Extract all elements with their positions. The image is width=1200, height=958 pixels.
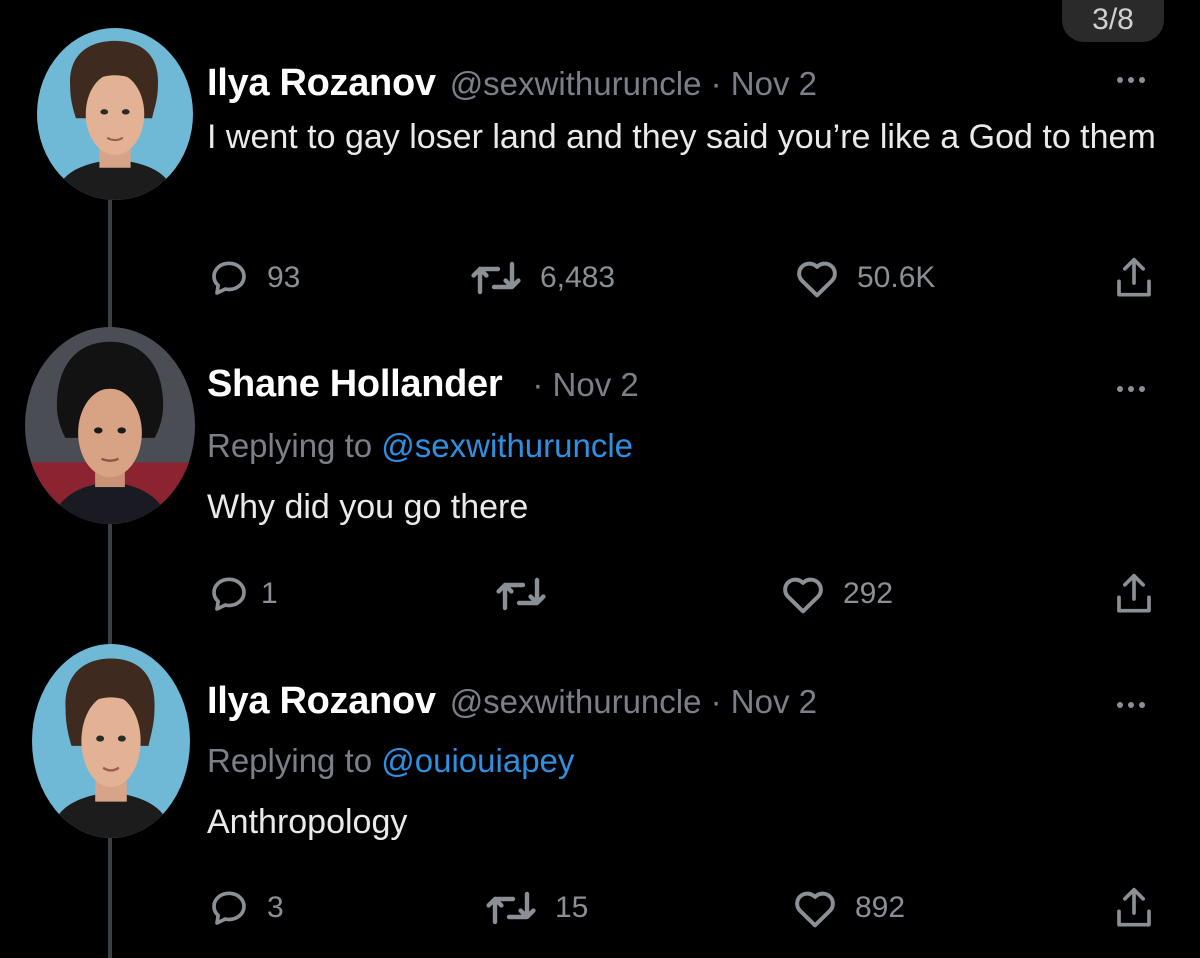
display-name[interactable]: Ilya Rozanov bbox=[207, 680, 436, 723]
share-icon bbox=[1114, 256, 1154, 300]
tweet-header: Ilya Rozanov @sexwithuruncle · Nov 2 bbox=[207, 62, 817, 105]
share-icon bbox=[1114, 572, 1154, 616]
reply-button[interactable]: 93 bbox=[209, 258, 300, 298]
share-button[interactable] bbox=[1114, 256, 1154, 300]
tweet-text: Anthropology bbox=[207, 803, 408, 841]
tweet-text: I went to gay loser land and they said y… bbox=[207, 118, 1156, 156]
like-count: 50.6K bbox=[857, 261, 936, 294]
more-icon[interactable] bbox=[1117, 702, 1145, 708]
share-button[interactable] bbox=[1114, 572, 1154, 616]
handle-timestamp[interactable]: @sexwithuruncle · Nov 2 bbox=[450, 683, 817, 721]
retweet-count: 6,483 bbox=[540, 261, 616, 294]
avatar[interactable] bbox=[32, 644, 190, 838]
retweet-button[interactable]: 15 bbox=[485, 888, 588, 928]
heart-icon bbox=[781, 574, 825, 614]
like-button[interactable]: 892 bbox=[793, 888, 905, 928]
reply-count: 3 bbox=[267, 891, 284, 924]
reply-button[interactable]: 1 bbox=[209, 574, 278, 614]
retweet-button[interactable] bbox=[495, 574, 565, 614]
display-name[interactable]: Shane Hollander bbox=[207, 363, 503, 406]
retweet-icon bbox=[485, 888, 537, 928]
avatar[interactable] bbox=[37, 28, 193, 200]
tweet-header: Ilya Rozanov @sexwithuruncle · Nov 2 bbox=[207, 680, 817, 723]
reply-icon bbox=[209, 258, 249, 298]
like-button[interactable]: 292 bbox=[781, 574, 893, 614]
avatar[interactable] bbox=[25, 327, 195, 524]
replying-to: Replying to @ouiouiapey bbox=[207, 742, 574, 780]
retweet-count: 15 bbox=[555, 891, 589, 924]
thread-line bbox=[108, 838, 112, 958]
heart-icon bbox=[795, 258, 839, 298]
retweet-button[interactable]: 6,483 bbox=[470, 258, 615, 298]
replying-label: Replying to bbox=[207, 427, 382, 464]
reply-button[interactable]: 3 bbox=[209, 888, 284, 928]
reply-count: 93 bbox=[267, 261, 301, 294]
heart-icon bbox=[793, 888, 837, 928]
retweet-icon bbox=[470, 258, 522, 298]
reply-icon bbox=[209, 574, 249, 614]
page-counter: 3/8 bbox=[1062, 0, 1164, 42]
like-button[interactable]: 50.6K bbox=[795, 258, 935, 298]
share-button[interactable] bbox=[1114, 886, 1154, 930]
reply-icon bbox=[209, 888, 249, 928]
replying-to: Replying to @sexwithuruncle bbox=[207, 427, 633, 465]
tweet-header: Shane Hollander · Nov 2 bbox=[207, 363, 639, 406]
thread-line bbox=[108, 200, 112, 330]
tweet-text: Why did you go there bbox=[207, 488, 529, 526]
more-icon[interactable] bbox=[1117, 77, 1145, 83]
like-count: 292 bbox=[843, 577, 894, 610]
handle-timestamp[interactable]: · Nov 2 bbox=[532, 366, 638, 404]
share-icon bbox=[1114, 886, 1154, 930]
mention-link[interactable]: @ouiouiapey bbox=[381, 742, 574, 779]
retweet-icon bbox=[495, 574, 547, 614]
reply-count: 1 bbox=[261, 577, 278, 610]
mention-link[interactable]: @sexwithuruncle bbox=[381, 427, 633, 464]
handle-timestamp[interactable]: @sexwithuruncle · Nov 2 bbox=[450, 65, 817, 103]
display-name[interactable]: Ilya Rozanov bbox=[207, 62, 436, 105]
like-count: 892 bbox=[855, 891, 906, 924]
thread-line bbox=[108, 524, 112, 644]
more-icon[interactable] bbox=[1117, 386, 1145, 392]
replying-label: Replying to bbox=[207, 742, 382, 779]
